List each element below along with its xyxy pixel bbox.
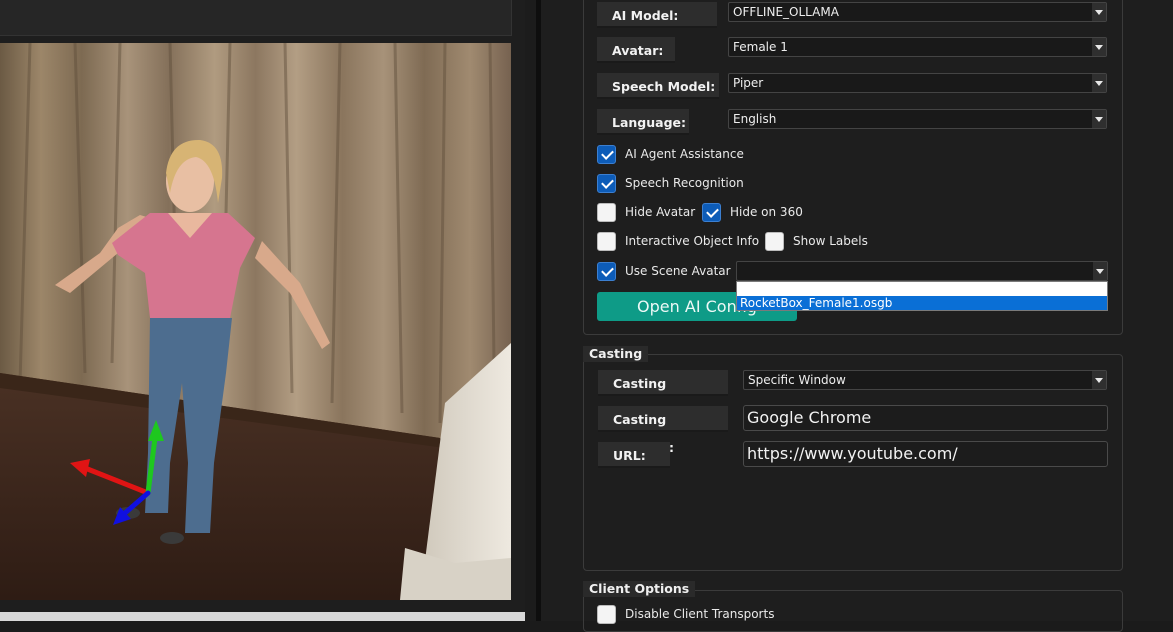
- speech-model-label: Speech Model:: [597, 73, 719, 99]
- viewport-scrollbar[interactable]: [0, 612, 525, 621]
- viewport-toolbar: [0, 0, 512, 36]
- ai-agent-assistance-label: AI Agent Assistance: [625, 147, 744, 161]
- speech-recognition-label: Speech Recognition: [625, 176, 744, 190]
- hide-on-360-checkbox[interactable]: [702, 203, 721, 222]
- ai-model-value: OFFLINE_OLLAMA: [733, 5, 839, 19]
- chevron-down-icon: [1092, 38, 1106, 56]
- language-value: English: [733, 112, 777, 126]
- disable-client-transports-checkbox[interactable]: [597, 605, 616, 624]
- settings-panel: AI Model: OFFLINE_OLLAMA Avatar: Female …: [541, 0, 1173, 632]
- hide-on-360-label: Hide on 360: [730, 205, 803, 219]
- ai-model-label: AI Model:: [597, 2, 717, 28]
- hide-avatar-label: Hide Avatar: [625, 205, 696, 219]
- chevron-down-icon: [1092, 3, 1106, 21]
- speech-model-value: Piper: [733, 76, 764, 90]
- ai-agent-assistance-checkbox[interactable]: [597, 145, 616, 164]
- casting-method-combo[interactable]: Specific Window: [743, 370, 1107, 390]
- scene-avatar-combo[interactable]: [736, 261, 1108, 281]
- speech-model-combo[interactable]: Piper: [728, 73, 1107, 93]
- ai-model-combo[interactable]: OFFLINE_OLLAMA: [728, 2, 1107, 22]
- scene-render: [0, 43, 511, 600]
- casting-window-input[interactable]: Google Chrome: [743, 405, 1108, 431]
- show-labels-checkbox[interactable]: [765, 232, 784, 251]
- disable-client-transports-label: Disable Client Transports: [625, 607, 775, 621]
- casting-method-label: Casting Method:: [598, 370, 728, 419]
- language-label: Language:: [597, 109, 689, 135]
- chevron-down-icon: [1092, 110, 1106, 128]
- chevron-down-icon: [1092, 74, 1106, 92]
- hide-avatar-checkbox[interactable]: [597, 203, 616, 222]
- interactive-object-info-checkbox[interactable]: [597, 232, 616, 251]
- scene-avatar-dropdown-list: RocketBox_Female1.osgb: [736, 281, 1108, 311]
- viewport-pane: [0, 0, 525, 621]
- avatar-combo[interactable]: Female 1: [728, 37, 1107, 57]
- show-labels-label: Show Labels: [793, 234, 868, 248]
- use-scene-avatar-label: Use Scene Avatar: [625, 264, 731, 278]
- avatar-label: Avatar:: [597, 37, 675, 63]
- dropdown-option-rocketbox-female1[interactable]: RocketBox_Female1.osgb: [737, 296, 1107, 310]
- client-options-group-title: Client Options: [583, 581, 696, 597]
- casting-method-value: Specific Window: [748, 373, 846, 387]
- avatar-value: Female 1: [733, 40, 788, 54]
- language-combo[interactable]: English: [728, 109, 1107, 129]
- casting-window-label: Casting Window:: [598, 406, 728, 455]
- use-scene-avatar-checkbox[interactable]: [597, 262, 616, 281]
- speech-recognition-checkbox[interactable]: [597, 174, 616, 193]
- 3d-viewport[interactable]: [0, 43, 511, 600]
- url-label: URL:: [598, 442, 670, 468]
- interactive-object-info-label: Interactive Object Info: [625, 234, 760, 248]
- url-input[interactable]: https://www.youtube.com/: [743, 441, 1108, 467]
- chevron-down-icon: [1093, 262, 1107, 280]
- chevron-down-icon: [1092, 371, 1106, 389]
- casting-group-title: Casting: [583, 346, 649, 362]
